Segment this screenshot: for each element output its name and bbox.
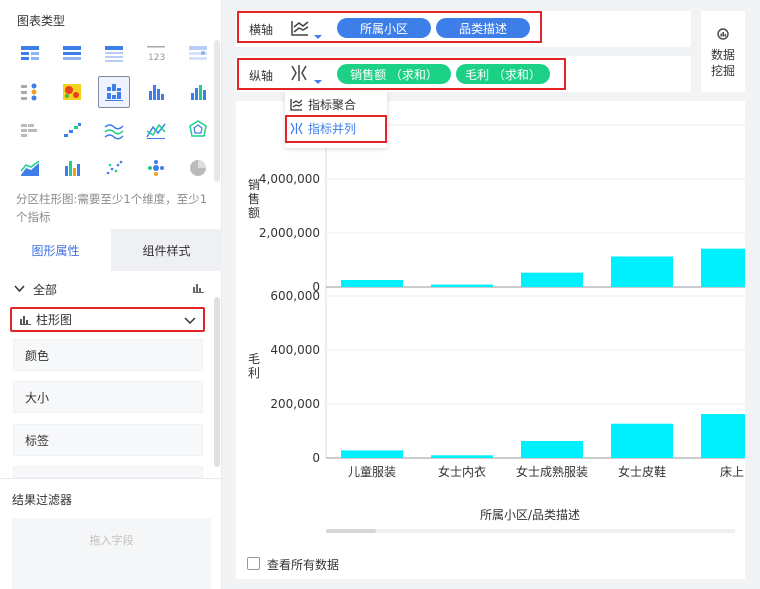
filter-placeholder: 拖入字段 [89,534,134,547]
data-mining-button[interactable]: 数据 挖掘 [701,11,745,92]
bar [341,279,403,287]
svg-text:123: 123 [148,53,165,63]
y-tick-label: 4,000,000 [259,172,320,186]
chart-type-hint: 分区柱形图:需要至少1个维度，至少1个指标 [16,192,208,224]
x-tick-label: 女士内衣 [438,464,486,479]
data-mining-label-1: 数据 [710,48,735,62]
y-axis-title: 毛 [248,352,260,366]
bar [341,450,403,458]
mark-type-value: 柱形图 [36,313,73,327]
axis-mode-icon[interactable] [288,18,324,40]
app-root: 图表类型 123 分区柱形图:需要至少1个维度，至少1个指标 图形属性 组件样式… [0,0,760,589]
chevron-down-icon[interactable] [14,285,25,293]
y-axis-title: 售 [248,191,260,206]
cross-table-icon[interactable] [14,38,46,70]
line-chart-icon[interactable] [98,114,130,146]
y-tick-label: 400,000 [270,343,320,357]
prop-tooltip[interactable] [13,466,203,478]
properties-scrollbar[interactable] [214,297,220,467]
bar-chart-mini-icon [20,315,31,325]
combined-bar-icon[interactable] [56,152,88,184]
x-tick-label: 女士成熟服装 [516,464,588,479]
stacked-bar-icon[interactable] [182,76,214,108]
chart-types-scrollbar[interactable] [214,40,220,182]
grouped-table-icon[interactable] [56,38,88,70]
chart-types-title: 图表类型 [17,14,66,28]
step-bar-icon[interactable] [56,114,88,146]
prop-size[interactable]: 大小 [13,381,203,413]
tree-all-label: 全部 [33,282,58,297]
scatter-icon[interactable] [98,152,130,184]
gauge-table-icon[interactable] [182,38,214,70]
y-axis-title: 销 [248,178,260,192]
y-pill-profit[interactable]: 毛利 （求和） [456,64,550,84]
bar [431,455,493,458]
bar [611,423,673,458]
bar [521,272,583,287]
partition-bar-icon[interactable] [98,76,130,108]
heat-map-icon[interactable] [56,76,88,108]
area-fill-icon[interactable] [14,152,46,184]
tab-component-style[interactable]: 组件样式 [111,229,222,271]
waterfall-icon[interactable] [14,114,46,146]
bar-chart-mini-icon [193,283,204,296]
prop-size-label: 大小 [25,390,50,405]
dd-item-aggregate-label: 指标聚合 [308,97,357,112]
y-pill-sales[interactable]: 销售额 （求和） [337,64,451,84]
y-tick-label: 2,000,000 [259,226,320,240]
divider [0,478,222,479]
dd-parallel-highlight [285,115,387,143]
left-config-panel: 图表类型 123 分区柱形图:需要至少1个维度，至少1个指标 图形属性 组件样式… [0,0,222,589]
tab-graphic-properties[interactable]: 图形属性 [0,229,111,271]
point-map-icon[interactable] [14,76,46,108]
property-tabs: 图形属性 组件样式 [0,229,222,271]
prop-color[interactable]: 颜色 [13,339,203,371]
y-tick-label: 600,000 [270,289,320,303]
kpi-card-icon[interactable]: 123 [140,38,172,70]
partition-bar-chart: 02,000,0004,000,0006,00销售额0200,000400,00… [248,115,745,533]
show-all-label[interactable]: 查看所有数据 [267,556,339,573]
x-tick-label: 女士皮鞋 [618,464,666,479]
bar [431,284,493,287]
dd-item-aggregate[interactable]: 指标聚合 [290,94,356,114]
prop-label[interactable]: 标签 [13,424,203,456]
data-mining-icon [717,28,729,40]
x-pill-category[interactable]: 品类描述 [436,18,530,38]
bubble-icon[interactable] [140,152,172,184]
y-tick-label: 0 [312,451,320,465]
bar [701,248,745,287]
y-axis-title: 额 [248,206,260,220]
filter-drop-zone[interactable]: 拖入字段 [12,518,211,589]
y-axis-label: 纵轴 [249,69,274,83]
metric-parallel-icon[interactable] [288,63,324,85]
x-tick-label: 儿童服装 [348,464,396,479]
bar-chart-icon[interactable] [140,76,172,108]
chart-scroll-track [326,529,735,533]
y-tick-label: 200,000 [270,397,320,411]
chart-scroll-thumb [326,529,376,533]
bar [611,256,673,287]
data-mining-label-2: 挖掘 [710,64,735,78]
chevron-down-icon [184,316,196,324]
show-all-checkbox[interactable] [247,557,260,570]
filter-title: 结果过滤器 [12,493,73,507]
prop-label-label: 标签 [25,433,50,448]
detail-table-icon[interactable] [98,38,130,70]
radar-chart-icon[interactable] [182,114,214,146]
x-axis-title: 所属小区/品类描述 [480,508,580,522]
pie-chart-icon[interactable] [182,152,214,184]
mark-type-select[interactable]: 柱形图 [10,307,205,332]
area-chart-icon[interactable] [140,114,172,146]
x-pill-district[interactable]: 所属小区 [337,18,431,38]
x-tick-label: 床上 [720,465,744,479]
y-axis-title: 利 [248,366,260,380]
metric-aggregate-icon [290,98,303,111]
tree-all-row[interactable]: 全部 [14,281,204,297]
bar [701,413,745,458]
prop-color-label: 颜色 [25,348,50,363]
x-axis-label: 横轴 [249,23,274,37]
bar [521,440,583,458]
